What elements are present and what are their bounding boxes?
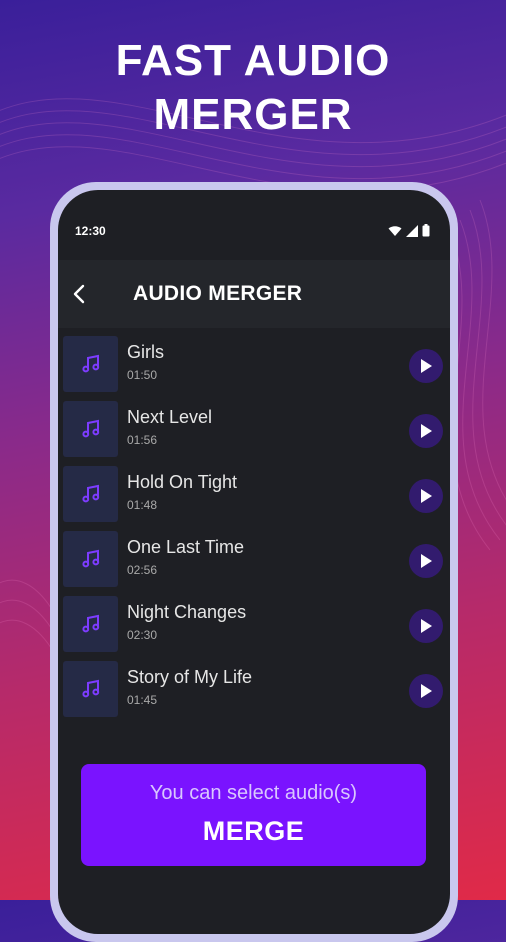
track-duration: 01:45 (127, 693, 158, 707)
play-button[interactable] (409, 479, 443, 513)
back-arrow-icon[interactable] (68, 282, 92, 306)
app-bar: AUDIO MERGER (58, 260, 450, 328)
track-thumbnail (63, 336, 118, 392)
merge-button[interactable]: You can select audio(s) MERGE (81, 764, 426, 866)
promo-line-1: FAST AUDIO (115, 36, 391, 85)
music-note-icon (81, 419, 99, 438)
merge-hint: You can select audio(s) (149, 782, 358, 804)
music-note-icon (81, 484, 99, 503)
track-duration: 01:50 (127, 368, 158, 382)
wifi-icon (388, 225, 402, 236)
promo-line-2: MERGER (153, 90, 353, 139)
track-name: Story of My Life (127, 667, 253, 687)
track-duration: 02:56 (127, 563, 158, 577)
track-name: Girls (127, 342, 164, 362)
play-icon (421, 684, 432, 698)
play-button[interactable] (409, 609, 443, 643)
track-row[interactable]: Girls 01:50 (58, 336, 450, 401)
track-row[interactable]: Hold On Tight 01:48 (58, 466, 450, 531)
play-button[interactable] (409, 414, 443, 448)
track-name: One Last Time (127, 537, 245, 557)
signal-icon (406, 224, 418, 237)
play-icon (421, 554, 432, 568)
track-duration: 01:56 (127, 433, 158, 447)
app-title: AUDIO MERGER (133, 282, 303, 305)
track-thumbnail (63, 401, 118, 457)
promo-headline: FAST AUDIO MERGER (0, 34, 506, 142)
track-row[interactable]: Story of My Life 01:45 (58, 661, 450, 726)
music-note-icon (81, 614, 99, 633)
status-icons (388, 224, 430, 237)
track-row[interactable]: Night Changes 02:30 (58, 596, 450, 661)
track-duration: 01:48 (127, 498, 158, 512)
play-button[interactable] (409, 544, 443, 578)
track-duration: 02:30 (127, 628, 158, 642)
play-icon (421, 424, 432, 438)
track-name: Hold On Tight (127, 472, 238, 492)
music-note-icon (81, 354, 99, 373)
status-time: 12:30 (75, 224, 106, 238)
track-thumbnail (63, 531, 118, 587)
track-row[interactable]: Next Level 01:56 (58, 401, 450, 466)
play-icon (421, 359, 432, 373)
phone-screen: 12:30 AUDIO MERGER Girls 01:50 Next Leve… (58, 190, 450, 934)
track-row[interactable]: One Last Time 02:56 (58, 531, 450, 596)
play-button[interactable] (409, 349, 443, 383)
play-icon (421, 489, 432, 503)
music-note-icon (81, 549, 99, 568)
music-note-icon (81, 679, 99, 698)
track-name: Next Level (127, 407, 213, 427)
track-list: Girls 01:50 Next Level 01:56 Hold On Tig… (58, 336, 450, 726)
battery-icon (422, 224, 430, 237)
play-icon (421, 619, 432, 633)
merge-label: MERGE (202, 816, 305, 846)
track-thumbnail (63, 661, 118, 717)
track-thumbnail (63, 466, 118, 522)
track-thumbnail (63, 596, 118, 652)
phone-frame: 12:30 AUDIO MERGER Girls 01:50 Next Leve… (50, 182, 458, 942)
track-name: Night Changes (127, 602, 247, 622)
play-button[interactable] (409, 674, 443, 708)
status-bar: 12:30 (58, 190, 450, 250)
